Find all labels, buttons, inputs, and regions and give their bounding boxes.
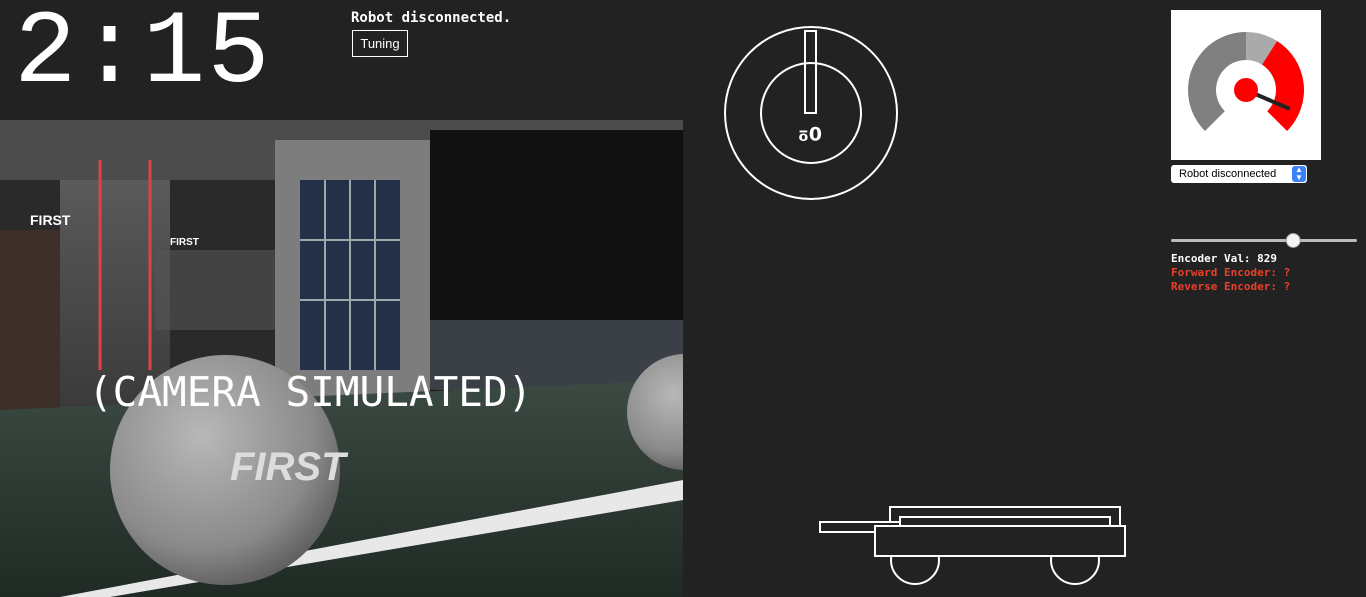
forward-encoder-text: Forward Encoder: ? <box>1171 266 1291 279</box>
select-arrows-icon: ▲ ▼ <box>1292 166 1306 182</box>
slider-track <box>1171 239 1357 242</box>
svg-text:FIRST: FIRST <box>170 237 199 248</box>
robot-status-text: Robot disconnected. <box>351 10 512 26</box>
gauge-arc-low <box>1188 32 1246 132</box>
gauge-panel <box>1171 10 1321 160</box>
robot-chassis <box>874 525 1126 557</box>
camera-feed: FIRST FIRST FIRST (CAMERA SIMULATED) <box>0 120 683 597</box>
reverse-encoder-text: Reverse Encoder: ? <box>1171 280 1291 293</box>
encoder-value-text: Encoder Val: 829 <box>1171 252 1277 265</box>
gyro-needle <box>804 30 817 114</box>
gyro-indicator <box>724 26 898 200</box>
svg-text:FIRST: FIRST <box>230 445 349 489</box>
encoder-readout: Encoder Val: 829 Forward Encoder: ? Reve… <box>1171 252 1290 294</box>
camera-simulated-label: (CAMERA SIMULATED) <box>88 368 533 416</box>
camera-scene-image: FIRST FIRST FIRST <box>0 120 683 597</box>
robot-diagram <box>819 506 1126 585</box>
speed-gauge <box>1188 32 1304 132</box>
auto-mode-selected-value: Robot disconnected <box>1179 168 1277 180</box>
match-timer: 2:15 <box>14 0 272 113</box>
svg-text:FIRST: FIRST <box>30 212 71 228</box>
gauge-hub <box>1234 78 1258 102</box>
slider-thumb[interactable] <box>1285 233 1301 248</box>
gyro-angle-value: 0º <box>798 122 822 144</box>
auto-mode-select[interactable]: Robot disconnected ▲ ▼ <box>1171 165 1307 183</box>
tuning-button[interactable]: Tuning <box>352 30 408 57</box>
encoder-slider[interactable] <box>1171 231 1357 249</box>
